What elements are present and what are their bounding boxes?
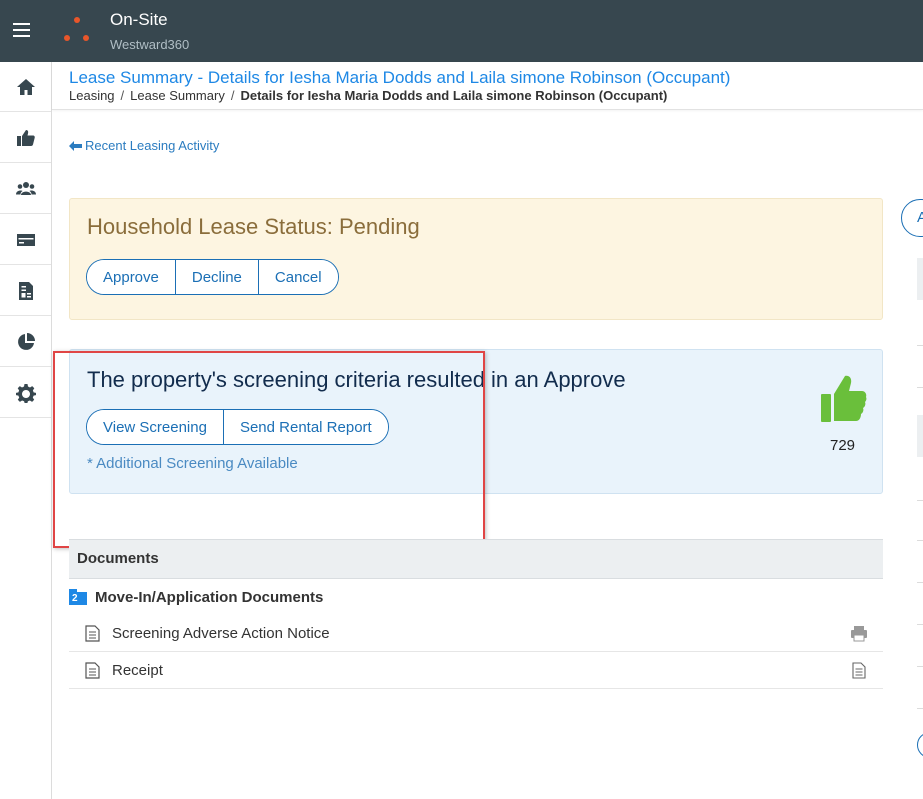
screening-result-title: The property's screening criteria result… xyxy=(87,367,626,392)
document-icon[interactable] xyxy=(850,662,868,679)
right-divider xyxy=(917,540,923,541)
breadcrumb: Leasing / Lease Summary / Details for Iesha … xyxy=(69,88,668,103)
lease-action-buttons: Approve Decline Cancel xyxy=(86,259,339,295)
decline-button[interactable]: Decline xyxy=(175,260,259,294)
lease-status-title: Household Lease Status: Pending xyxy=(87,214,420,239)
sidebar-item-settings[interactable] xyxy=(0,368,51,418)
screening-action-buttons: View Screening Send Rental Report xyxy=(86,409,389,445)
view-screening-button[interactable]: View Screening xyxy=(87,410,224,444)
breadcrumb-lease-summary[interactable]: Lease Summary xyxy=(130,88,225,103)
on-site-logo xyxy=(62,16,92,44)
right-panel-circle-button[interactable] xyxy=(917,732,923,758)
pie-chart-icon xyxy=(17,332,35,350)
lease-status-panel: Household Lease Status: Pending Approve … xyxy=(69,198,883,320)
additional-screening-link[interactable]: * Additional Screening Available xyxy=(87,455,298,472)
people-icon xyxy=(15,181,36,195)
sidebar-item-accounting[interactable] xyxy=(0,266,51,316)
right-divider xyxy=(917,582,923,583)
right-divider xyxy=(917,345,923,346)
screening-score: 729 xyxy=(830,437,856,454)
document-icon xyxy=(85,662,100,679)
right-divider xyxy=(917,500,923,501)
sidebar-item-leasing[interactable] xyxy=(0,113,51,163)
sidebar-item-reports[interactable] xyxy=(0,317,51,367)
document-row[interactable]: Screening Adverse Action Notice xyxy=(69,615,883,652)
app-name: On-Site xyxy=(110,10,168,29)
folder-count: 2 xyxy=(69,592,87,605)
page-title: Lease Summary - Details for Iesha Maria … xyxy=(69,68,731,87)
sidebar-item-home[interactable] xyxy=(0,62,51,112)
right-panel-header xyxy=(917,258,923,300)
right-panel-button[interactable]: A xyxy=(901,199,923,237)
recent-leasing-activity-link[interactable]: Recent Leasing Activity xyxy=(69,138,219,153)
top-bar: On-Site Westward360 xyxy=(0,0,923,62)
folder-icon: 2 xyxy=(69,589,87,605)
thumbs-up-icon xyxy=(821,375,867,422)
move-in-documents-folder[interactable]: 2 Move-In/Application Documents xyxy=(69,586,323,608)
sidebar xyxy=(0,62,52,799)
folder-label: Move-In/Application Documents xyxy=(95,588,324,606)
cancel-button[interactable]: Cancel xyxy=(258,260,338,294)
print-icon[interactable] xyxy=(850,625,868,642)
home-icon xyxy=(16,78,35,95)
document-name[interactable]: Receipt xyxy=(112,662,163,679)
send-rental-report-button[interactable]: Send Rental Report xyxy=(223,410,388,444)
credit-card-icon xyxy=(16,233,35,246)
right-divider xyxy=(917,624,923,625)
arrow-left-icon xyxy=(69,140,82,151)
gear-icon xyxy=(15,383,36,403)
invoice-icon xyxy=(18,281,33,300)
right-divider xyxy=(917,387,923,388)
menu-icon[interactable] xyxy=(13,23,30,37)
document-row[interactable]: Receipt xyxy=(69,652,883,689)
screening-result-panel: The property's screening criteria result… xyxy=(69,349,883,494)
documents-header: Documents xyxy=(69,539,883,579)
sidebar-item-payments[interactable] xyxy=(0,215,51,265)
back-link-label: Recent Leasing Activity xyxy=(85,138,220,153)
right-divider xyxy=(917,666,923,667)
page-header: Lease Summary - Details for Iesha Maria … xyxy=(52,62,923,110)
breadcrumb-current: Details for Iesha Maria Dodds and Laila … xyxy=(240,88,668,103)
sidebar-item-residents[interactable] xyxy=(0,164,51,214)
breadcrumb-leasing[interactable]: Leasing xyxy=(69,88,115,103)
right-divider xyxy=(917,708,923,709)
thumbs-up-icon xyxy=(16,129,35,146)
documents-header-label: Documents xyxy=(77,550,159,567)
property-name: Westward360 xyxy=(110,37,190,52)
document-name[interactable]: Screening Adverse Action Notice xyxy=(112,625,330,642)
approve-button[interactable]: Approve xyxy=(87,260,176,294)
document-icon xyxy=(85,625,100,642)
right-panel-header xyxy=(917,415,923,457)
